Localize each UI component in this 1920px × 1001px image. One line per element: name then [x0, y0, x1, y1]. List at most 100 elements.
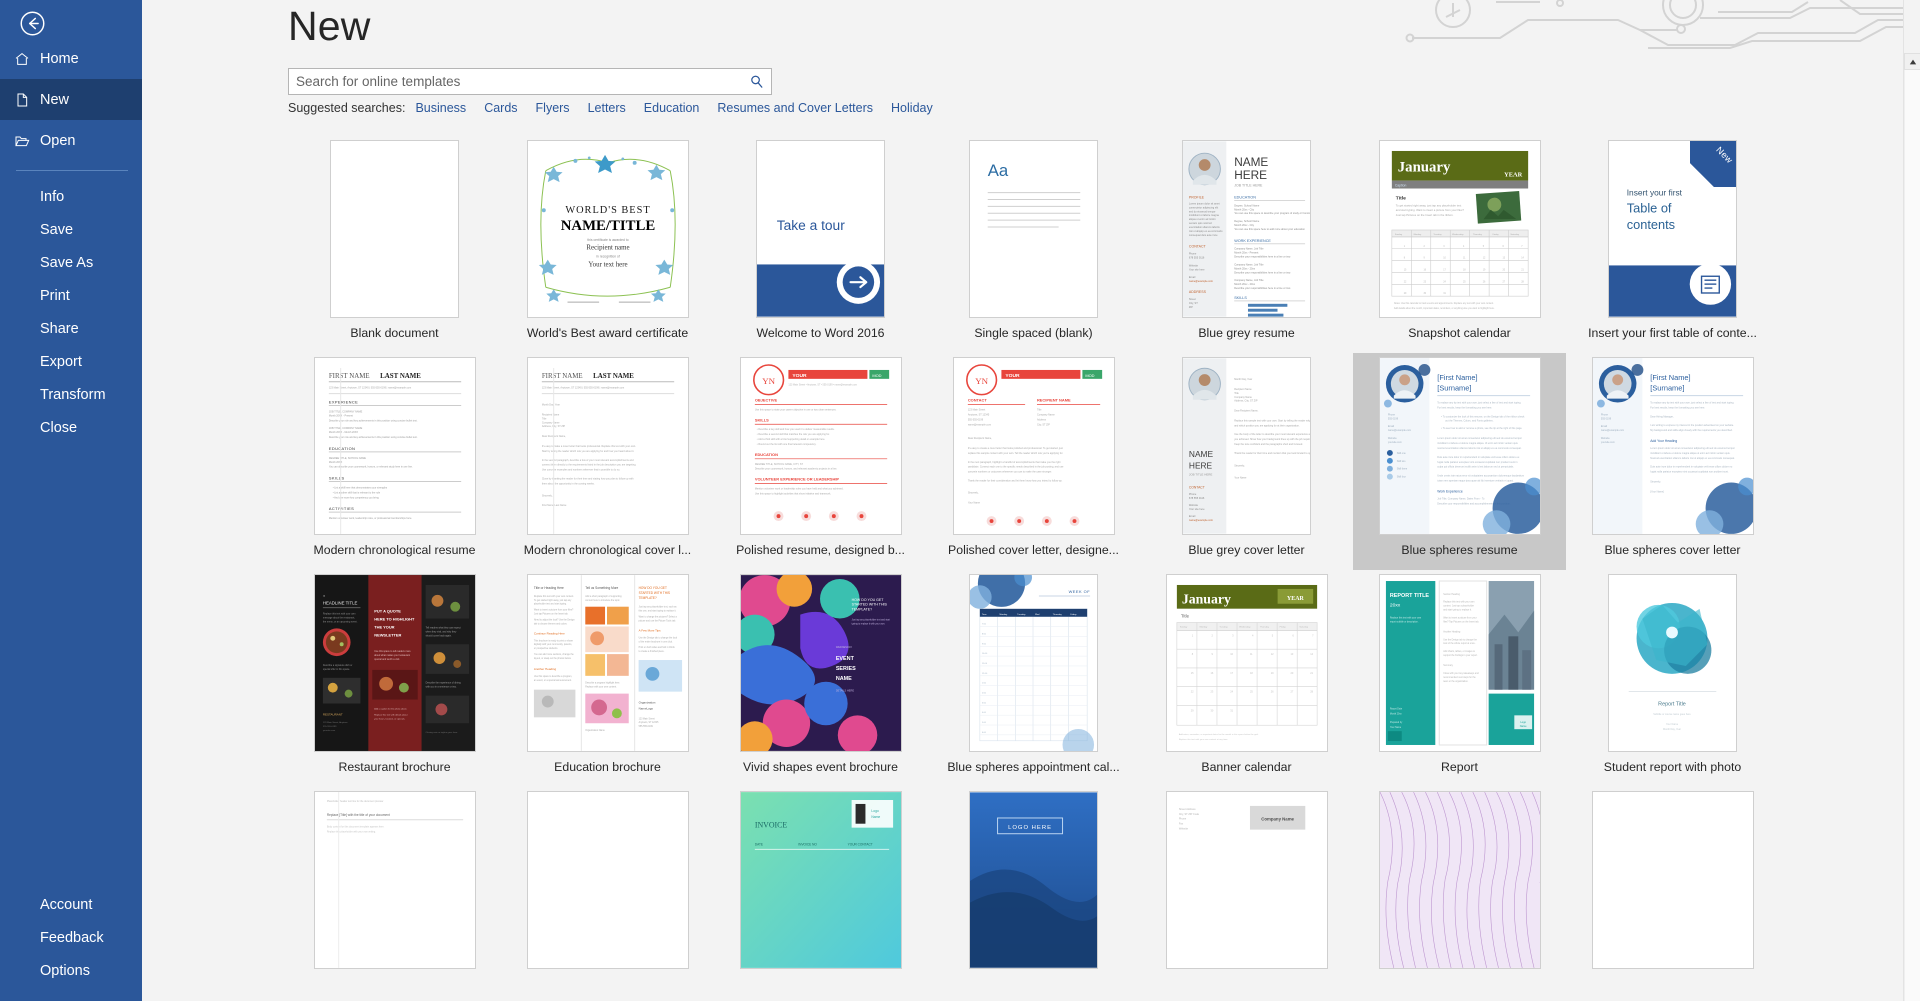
svg-text:• Add a third skill with a bri: • Add a third skill with a brief support…	[756, 438, 825, 441]
sidebar-item-new[interactable]: New	[0, 79, 142, 120]
template-card-polished-resume[interactable]: YN YOUR MOD 123 Main Street • Anytown, S…	[714, 353, 927, 570]
template-row: ✕ HEADLINE TITLE Replace this text with …	[288, 570, 1878, 787]
search-icon[interactable]	[745, 71, 767, 93]
svg-text:Keep the tone confident and th: Keep the tone confident and the paragrap…	[1234, 443, 1303, 446]
template-card-blank-document[interactable]: Blank document	[288, 136, 501, 353]
sidebar-item-feedback[interactable]: Feedback	[0, 921, 142, 954]
svg-text:concrete numbers or outcomes w: concrete numbers or outcomes whenever yo…	[967, 471, 1051, 474]
template-card-award-certificate[interactable]: WORLD'S BEST NAME/TITLE this certificate…	[501, 136, 714, 353]
template-card-table-of-contents[interactable]: Insert your first Table of contents New …	[1566, 136, 1779, 353]
svg-text:YOUR: YOUR	[792, 373, 807, 379]
template-card-blue-grey-resume[interactable]: PROFILE Lorem ipsum dolor sit amet consec…	[1140, 136, 1353, 353]
template-card-partial-7[interactable]	[1566, 787, 1779, 1001]
svg-text:Name: Name	[871, 815, 880, 819]
sidebar-item-options[interactable]: Options	[0, 954, 142, 987]
sidebar-item-label: Account	[40, 896, 93, 913]
template-card-single-spaced[interactable]: Aa Single spaced (blank)	[927, 136, 1140, 353]
svg-text:Tuesday: Tuesday	[1433, 234, 1442, 236]
sidebar-item-save-as[interactable]: Save As	[0, 246, 142, 279]
template-card-partial-1[interactable]: Placeholder header text line for the doc…	[288, 787, 501, 1001]
vertical-scrollbar[interactable]	[1903, 0, 1920, 1001]
sidebar-item-close[interactable]: Close	[0, 411, 142, 444]
svg-text:Skill four: Skill four	[1396, 476, 1405, 479]
svg-text:VOLUNTEER EXPERIENCE OR LEADER: VOLUNTEER EXPERIENCE OR LEADERSHIP	[754, 477, 839, 482]
template-card-partial-2[interactable]	[501, 787, 714, 1001]
svg-text:Your site here: Your site here	[1189, 267, 1205, 271]
template-card-modern-chronological-cover-letter[interactable]: FIRST NAME LAST NAME 123 Main Street, An…	[501, 353, 714, 570]
svg-text:Recipient Name: Recipient Name	[541, 413, 559, 416]
template-card-polished-cover-letter[interactable]: YN YOUR MOD CONTACT RECIPIENT NAME 123 M…	[927, 353, 1140, 570]
svg-text:Title: Title	[541, 417, 546, 420]
sidebar-item-export[interactable]: Export	[0, 345, 142, 378]
template-card-restaurant-brochure[interactable]: ✕ HEADLINE TITLE Replace this text with …	[288, 570, 501, 787]
svg-text:HEADLINE TITLE: HEADLINE TITLE	[322, 601, 357, 606]
svg-text:Your Name: Your Name	[967, 501, 980, 504]
template-card-partial-invoice[interactable]: Logo Name INVOICE DATE INVOICE NO YOUR CON…	[714, 787, 927, 1001]
sidebar-item-save[interactable]: Save	[0, 213, 142, 246]
search-input[interactable]	[296, 74, 745, 89]
svg-text:Lorem ipsum dolor sit amet: Lorem ipsum dolor sit amet	[1189, 201, 1220, 205]
back-button[interactable]	[12, 3, 52, 43]
suggested-link-cards[interactable]: Cards	[484, 101, 517, 115]
template-label: Blue grey cover letter	[1188, 543, 1305, 557]
template-card-welcome-to-word[interactable]: Take a tour Welcome to Word 2016	[714, 136, 927, 353]
svg-text:Sincerely,: Sincerely,	[967, 491, 978, 494]
template-card-partial-purple[interactable]	[1353, 787, 1566, 1001]
svg-text:with you in a sentence or two.: with you in a sentence or two.	[425, 686, 456, 689]
template-card-education-brochure[interactable]: Title or Heading Here Replace this text …	[501, 570, 714, 787]
template-card-banner-calendar[interactable]: January YEAR Title Sunday Monday Tuesday…	[1140, 570, 1353, 787]
sidebar-divider	[16, 170, 128, 171]
svg-text:Replace this text with your ow: Replace this text with your own	[1443, 601, 1475, 604]
suggested-link-flyers[interactable]: Flyers	[536, 101, 570, 115]
svg-text:veniam quis nostrud: veniam quis nostrud	[1189, 221, 1212, 225]
template-label: Banner calendar	[1201, 760, 1292, 774]
template-thumbnail	[330, 140, 459, 318]
sidebar-item-account[interactable]: Account	[0, 888, 142, 921]
template-row: Blank document WORLD'S BEST NAME/TITLE t…	[288, 136, 1878, 353]
svg-text:Anytown, ST 12345: Anytown, ST 12345	[638, 721, 658, 724]
suggested-link-holiday[interactable]: Holiday	[891, 101, 933, 115]
template-card-snapshot-calendar[interactable]: January YEAR Caption Title To get starte…	[1353, 136, 1566, 353]
template-label: Blue spheres appointment cal...	[947, 760, 1120, 774]
template-card-blue-grey-cover-letter[interactable]: NAME HERE JOB TITLE HERE CONTACT Phone 67…	[1140, 353, 1353, 570]
suggested-link-education[interactable]: Education	[644, 101, 700, 115]
template-card-partial-letter[interactable]: Street Address City, ST ZIP Code Phone Fax…	[1140, 787, 1353, 1001]
suggested-link-resumes[interactable]: Resumes and Cover Letters	[717, 101, 873, 115]
svg-text:you achieved. Show how your ba: you achieved. Show how your background l…	[1234, 438, 1310, 441]
svg-text:yoursite.com: yoursite.com	[1600, 441, 1614, 444]
scrollbar-track[interactable]	[1904, 70, 1920, 1001]
suggested-link-letters[interactable]: Letters	[588, 101, 626, 115]
svg-text:NAME: NAME	[835, 676, 851, 682]
svg-text:Your Name: Your Name	[1389, 727, 1401, 729]
template-card-appointment-calendar[interactable]: WEEK OF Time Monday Tuesday Wed Thursday…	[927, 570, 1140, 787]
suggested-link-business[interactable]: Business	[415, 101, 466, 115]
template-thumbnail: January YEAR Caption Title To get starte…	[1378, 140, 1541, 318]
svg-text:Replace with your own content.: Replace with your own content.	[585, 686, 617, 689]
template-label: Modern chronological resume	[313, 543, 476, 557]
sidebar-item-home[interactable]: Home	[0, 38, 142, 79]
search-box[interactable]	[288, 68, 772, 95]
scroll-up-arrow-icon[interactable]	[1904, 53, 1920, 70]
svg-text:Take a tour: Take a tour	[777, 218, 846, 233]
template-card-blue-spheres-cover-letter[interactable]: Phone 555 0199 Email name@example.com Webs…	[1566, 353, 1779, 570]
template-card-modern-chronological-resume[interactable]: FIRST NAME LAST NAME 123 Main Street, An…	[288, 353, 501, 570]
svg-text:Phone: Phone	[1600, 413, 1608, 416]
sidebar-item-info[interactable]: Info	[0, 180, 142, 213]
sidebar-item-open[interactable]: Open	[0, 120, 142, 161]
svg-text:exercitation ullamco laboris: exercitation ullamco laboris	[1189, 225, 1220, 229]
svg-text:Unde omnis iste natus error si: Unde omnis iste natus error sit voluptat…	[1437, 475, 1524, 478]
template-card-partial-logo[interactable]: LOGO HERE	[927, 787, 1140, 1001]
template-card-blue-spheres-resume[interactable]: Phone 555 0199 Email name@example.com Webs…	[1353, 353, 1566, 570]
template-card-vivid-shapes-brochure[interactable]: HOW DO YOU GET STARTED WITH THIS TEMPLAT…	[714, 570, 927, 787]
template-card-student-report-with-photo[interactable]: Report Title Subtitle or course name goe…	[1566, 570, 1779, 787]
sidebar-item-transform[interactable]: Transform	[0, 378, 142, 411]
svg-text:FIRST NAME: FIRST NAME	[541, 373, 582, 380]
svg-text:123 Main Street • Anytown, ST: 123 Main Street • Anytown, ST • 555-0199…	[788, 384, 857, 387]
sidebar-item-print[interactable]: Print	[0, 279, 142, 312]
template-label: Welcome to Word 2016	[756, 326, 885, 340]
template-thumbnail: FIRST NAME LAST NAME 123 Main Street, An…	[526, 357, 689, 535]
template-card-report[interactable]: REPORT TITLE 20xx Replace this text with…	[1353, 570, 1566, 787]
open-folder-icon	[14, 133, 40, 149]
svg-text:Thursday: Thursday	[1259, 625, 1269, 628]
sidebar-item-share[interactable]: Share	[0, 312, 142, 345]
